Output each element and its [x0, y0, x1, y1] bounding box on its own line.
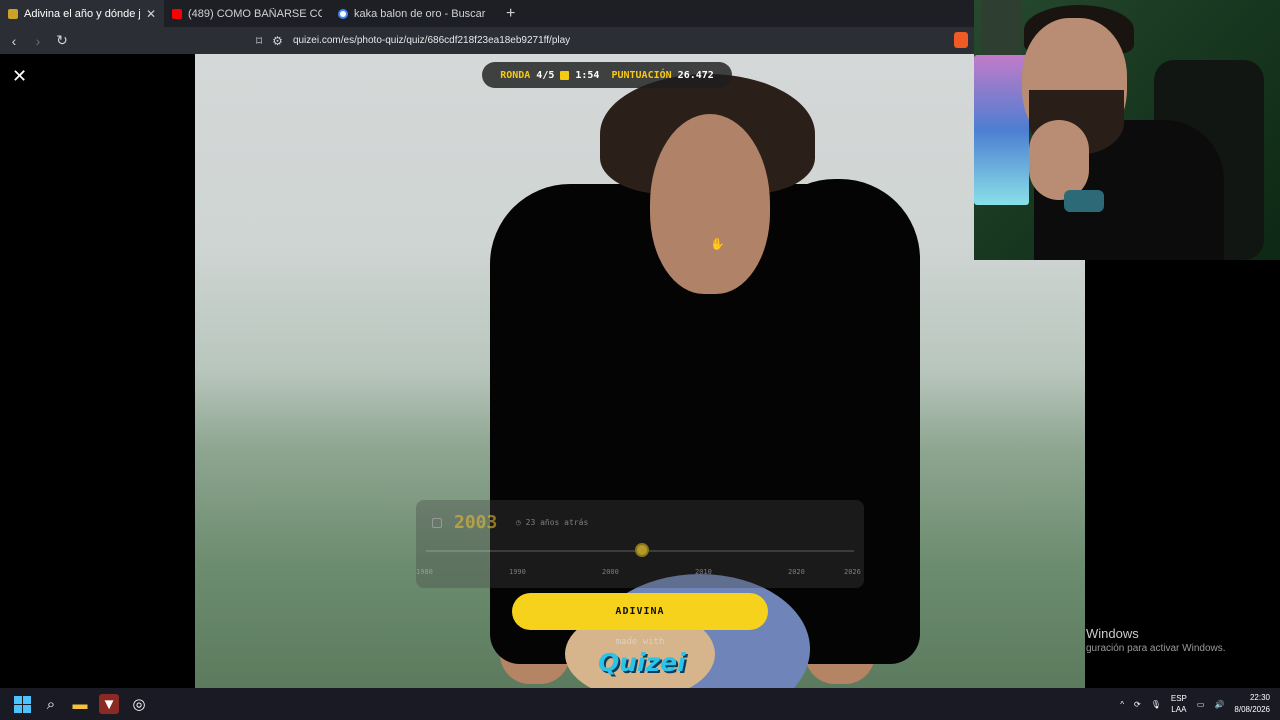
- timer-icon: [560, 70, 570, 80]
- tab-label: (489) COMO BAÑARSE CON AGUA Y: [188, 7, 322, 20]
- tick-label: 2020: [788, 568, 805, 576]
- system-tray: ^ ⟳ 🎙 ESP LAA ▭ 🔊 22:30 8/08/2026: [1120, 691, 1270, 717]
- windows-logo-icon: [13, 695, 31, 713]
- tick-label: 1990: [509, 568, 526, 576]
- language-indicator[interactable]: ESP LAA: [1171, 693, 1187, 715]
- brave-shields-icon[interactable]: [954, 32, 968, 48]
- tab-bar: Adivina el año y dónde jugaron ✕ (489) C…: [0, 0, 974, 27]
- calendar-icon: [432, 518, 442, 528]
- tick-label: 1980: [416, 568, 433, 576]
- url-field[interactable]: ⌑ ⚙ quizei.com/es/photo-quiz/quiz/686cdf…: [256, 30, 946, 51]
- tick-label: 2026: [844, 568, 861, 576]
- new-tab-button[interactable]: +: [496, 5, 525, 23]
- reload-icon[interactable]: ↻: [52, 32, 72, 49]
- google-icon: [338, 8, 348, 19]
- address-bar-row: ‹ › ↻ ⌑ ⚙ quizei.com/es/photo-quiz/quiz/…: [0, 27, 974, 54]
- made-with-label: made with: [615, 637, 665, 647]
- quizei-logo[interactable]: Quizei: [598, 648, 686, 680]
- site-info-icon[interactable]: ⚙: [272, 34, 283, 48]
- tab-quiz[interactable]: Adivina el año y dónde jugaron ✕: [0, 0, 164, 27]
- tab-google[interactable]: kaka balon de oro - Buscar con Goog: [330, 0, 496, 27]
- close-tab-icon[interactable]: ✕: [146, 7, 156, 21]
- back-icon[interactable]: ‹: [4, 33, 24, 49]
- round-value: 4/5: [536, 69, 555, 81]
- chevron-up-icon[interactable]: ^: [1120, 700, 1124, 709]
- brave-browser-icon[interactable]: ▼: [99, 694, 119, 714]
- start-button[interactable]: [12, 694, 32, 714]
- url-text: quizei.com/es/photo-quiz/quiz/686cdf218f…: [292, 35, 571, 46]
- forward-icon[interactable]: ›: [28, 33, 48, 49]
- game-status-bar: RONDA 4/5 1:54 PUNTUACIÓN 26.472: [482, 62, 732, 88]
- obs-icon[interactable]: ◎: [129, 694, 149, 714]
- folder-icon[interactable]: ▬: [70, 694, 90, 714]
- clock[interactable]: 22:30 8/08/2026: [1234, 692, 1270, 716]
- guess-button[interactable]: ADIVINA: [512, 593, 768, 630]
- tick-label: 2010: [695, 568, 712, 576]
- favicon-icon: [8, 8, 18, 19]
- score-value: 26.472: [677, 69, 714, 81]
- year-picker[interactable]: 2003 ◷ 23 años atrás 1980 1990 2000 2010…: [416, 500, 864, 588]
- webcam-overlay: [974, 0, 1280, 260]
- tab-label: Adivina el año y dónde jugaron: [24, 7, 140, 20]
- tick-label: 2000: [602, 568, 619, 576]
- windows-taskbar: ⌕ ▬ ▼ ◎ ^ ⟳ 🎙 ESP LAA ▭ 🔊 22:30 8/08/202…: [0, 688, 1280, 720]
- microphone-icon[interactable]: 🎙: [1151, 700, 1161, 709]
- youtube-icon: [172, 8, 182, 19]
- year-slider-thumb[interactable]: [635, 543, 649, 557]
- tab-label: kaka balon de oro - Buscar con Goog: [354, 7, 488, 20]
- years-ago-label: ◷ 23 años atrás: [516, 518, 589, 527]
- search-icon[interactable]: ⌕: [41, 694, 61, 714]
- close-icon[interactable]: ✕: [12, 66, 27, 87]
- volume-icon[interactable]: 🔊: [1214, 700, 1224, 709]
- windows-watermark-text: guración para activar Windows.: [1086, 643, 1226, 654]
- windows-watermark-title: Windows: [1086, 626, 1139, 641]
- tab-youtube[interactable]: (489) COMO BAÑARSE CON AGUA Y: [164, 0, 330, 27]
- timer-value: 1:54: [575, 69, 600, 81]
- selected-year: 2003: [454, 512, 498, 533]
- score-label: PUNTUACIÓN: [611, 69, 672, 81]
- sync-icon[interactable]: ⟳: [1134, 700, 1141, 709]
- round-label: RONDA: [500, 69, 531, 81]
- network-icon[interactable]: ▭: [1197, 700, 1205, 709]
- hand-cursor-icon: ✋: [710, 237, 725, 251]
- bookmark-icon[interactable]: ⌑: [256, 34, 262, 48]
